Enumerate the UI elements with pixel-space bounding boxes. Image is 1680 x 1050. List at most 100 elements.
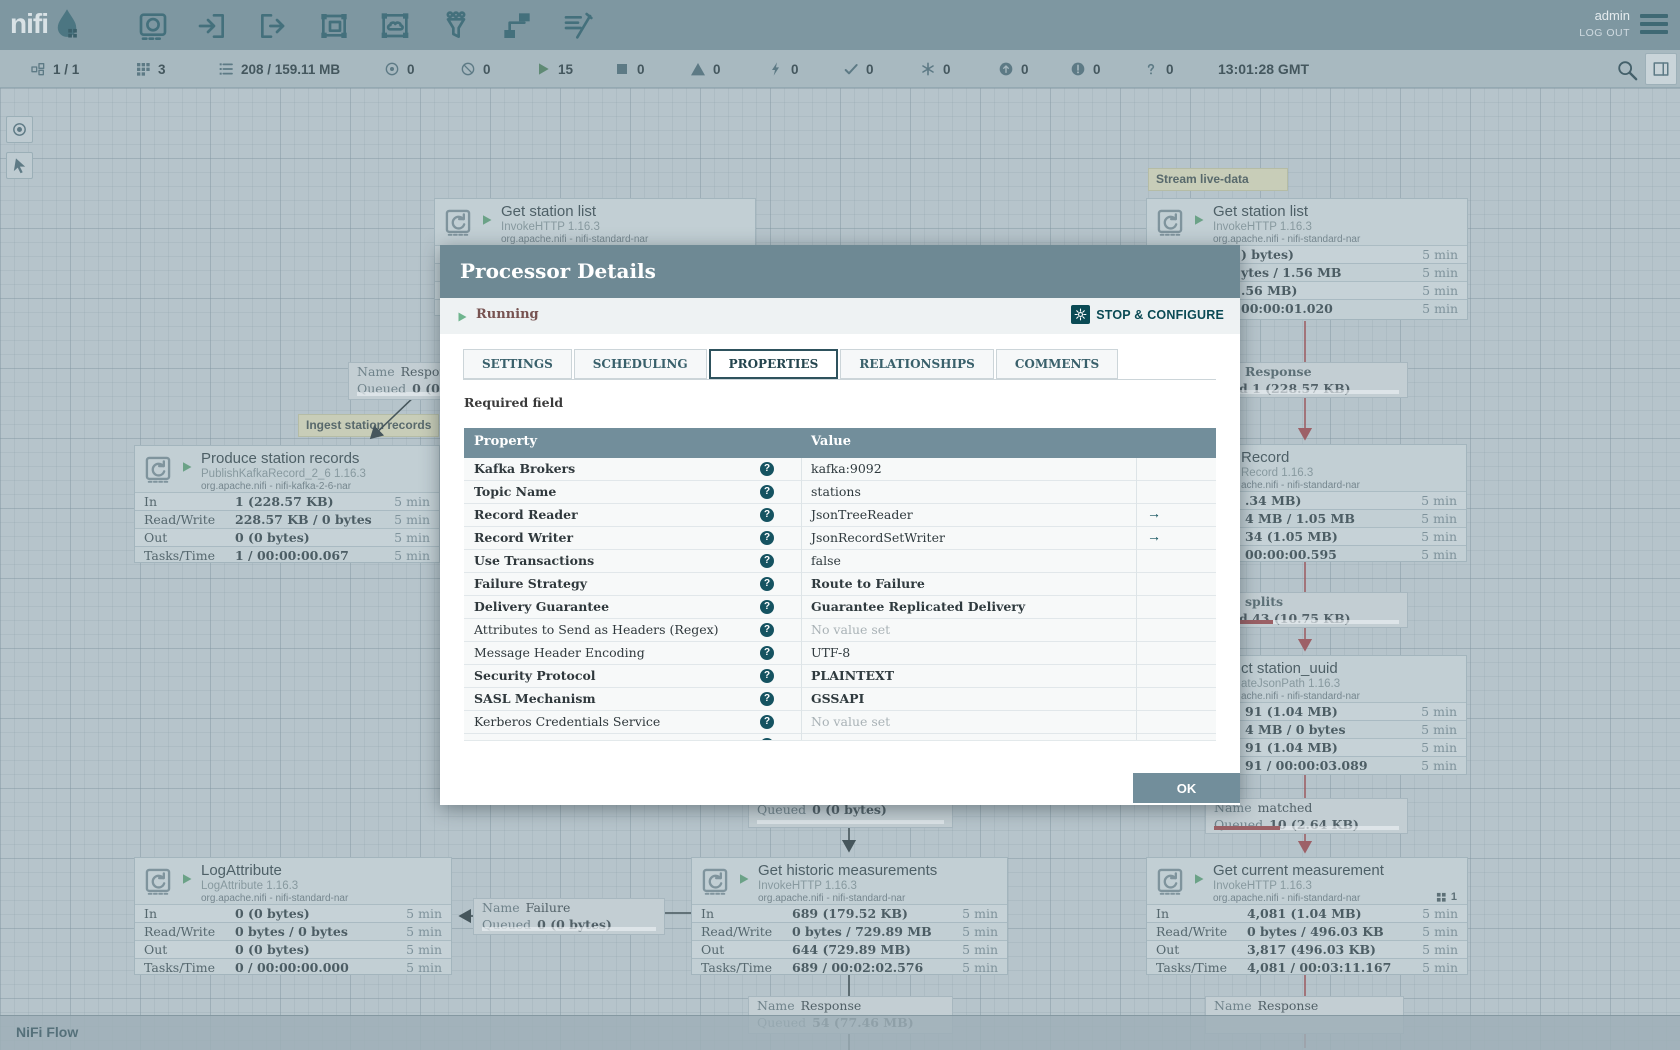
- help-icon[interactable]: ?: [760, 600, 774, 614]
- processor-p6[interactable]: Get current measurement InvokeHTTP 1.16.3…: [1146, 857, 1468, 975]
- processor-p4[interactable]: LogAttribute LogAttribute 1.16.3 org.apach…: [134, 857, 452, 975]
- tab-settings[interactable]: SETTINGS: [463, 349, 572, 379]
- help-icon[interactable]: ?: [760, 554, 774, 568]
- global-menu-icon[interactable]: [1640, 14, 1668, 36]
- property-value[interactable]: No value set: [811, 622, 890, 637]
- remote-process-group-icon[interactable]: [379, 10, 411, 42]
- tab-scheduling[interactable]: SCHEDULING: [573, 349, 707, 379]
- property-row: Failure Strategy? Route to Failure: [464, 573, 1216, 596]
- queue-percent-track: [1273, 620, 1399, 624]
- hand-tool-button[interactable]: [6, 152, 33, 179]
- refresh-status[interactable]: 13:01:28 GMT: [1210, 50, 1309, 88]
- nifi-logo[interactable]: nifi: [10, 8, 82, 40]
- processor-p3[interactable]: Produce station records PublishKafkaRecor…: [134, 445, 440, 563]
- processor-name: Get station list: [501, 203, 597, 220]
- processor-bundle: org.apache.nifi - nifi-standard-nar: [758, 893, 906, 904]
- tab-comments[interactable]: COMMENTS: [995, 349, 1119, 379]
- status-item-stopped: 0: [614, 50, 645, 88]
- help-icon[interactable]: ?: [760, 577, 774, 591]
- label-icon[interactable]: [562, 10, 594, 42]
- operate-panel-toggle[interactable]: [1645, 53, 1677, 85]
- processor-bundle: org.apache.nifi - nifi-kafka-2-6-nar: [201, 481, 352, 492]
- name-label: Name: [482, 900, 520, 915]
- breadcrumb[interactable]: NiFi Flow: [16, 1024, 78, 1040]
- property-row: Topic Name? stations: [464, 481, 1216, 504]
- help-icon[interactable]: ?: [760, 508, 774, 522]
- not-transmitting-icon: [460, 61, 476, 77]
- help-icon[interactable]: ?: [760, 485, 774, 499]
- target-tool-button[interactable]: [6, 116, 33, 143]
- ok-button[interactable]: OK: [1133, 773, 1240, 803]
- target-icon: [13, 123, 26, 136]
- tab-properties[interactable]: PROPERTIES: [708, 349, 839, 379]
- queue-percent-track: [1223, 390, 1399, 394]
- logout-link[interactable]: LOG OUT: [1579, 27, 1630, 39]
- property-name: Kafka Brokers: [474, 461, 576, 476]
- stop-and-configure-button[interactable]: STOP & CONFIGURE: [1071, 305, 1224, 324]
- property-value[interactable]: GSSAPI: [811, 691, 864, 706]
- property-value[interactable]: Route to Failure: [811, 576, 925, 591]
- property-value[interactable]: kafka:9092: [811, 461, 882, 476]
- processor-type: InvokeHTTP 1.16.3: [1213, 880, 1312, 892]
- dialog-header: Processor Details: [440, 245, 1240, 298]
- help-icon[interactable]: ?: [760, 738, 774, 740]
- property-value[interactable]: JsonRecordSetWriter: [811, 530, 945, 545]
- process-group-icon[interactable]: [318, 10, 350, 42]
- processor-type: InvokeHTTP 1.16.3: [1213, 221, 1312, 233]
- tab-relationships[interactable]: RELATIONSHIPS: [840, 349, 994, 379]
- grid-badge-icon: [1436, 892, 1447, 903]
- property-value[interactable]: UTF-8: [811, 645, 850, 660]
- stat-row: Tasks/Time 4,081 / 00:03:11.167 5 min: [1147, 958, 1467, 976]
- name-label: Name: [757, 998, 795, 1013]
- processor-p5[interactable]: Get historic measurements InvokeHTTP 1.16…: [691, 857, 1008, 975]
- property-row: SASL Mechanism? GSSAPI: [464, 688, 1216, 711]
- gear-icon: [1071, 305, 1091, 324]
- property-value[interactable]: false: [811, 553, 841, 568]
- processor-icon[interactable]: [137, 10, 169, 42]
- property-value[interactable]: Guarantee Replicated Delivery: [811, 599, 1025, 614]
- goto-service-icon[interactable]: →: [1147, 528, 1161, 544]
- processor-name: Get historic measurements: [758, 862, 938, 879]
- template-icon[interactable]: [501, 10, 533, 42]
- funnel-icon[interactable]: [440, 10, 472, 42]
- stat-row: Out 0 (0 bytes) 5 min: [135, 528, 439, 546]
- property-row: Security Protocol? PLAINTEXT: [464, 665, 1216, 688]
- property-value[interactable]: stations: [811, 484, 861, 499]
- canvas-label-ingest[interactable]: Ingest station records: [298, 414, 440, 437]
- property-value[interactable]: No value set: [811, 714, 890, 729]
- processor-stats: In 4,081 (1.04 MB) 5 min Read/Write 0 bytes …: [1147, 904, 1467, 976]
- processor-name: Get station list: [1213, 203, 1309, 220]
- help-icon[interactable]: ?: [760, 669, 774, 683]
- cluster-badge: 1: [1436, 891, 1457, 903]
- canvas-label-stream[interactable]: Stream live-data: [1148, 168, 1288, 191]
- connection-name: matched: [1257, 800, 1313, 815]
- stat-row: Out 0 (0 bytes) 5 min: [135, 940, 451, 958]
- current-user: admin: [1594, 8, 1630, 23]
- goto-service-icon[interactable]: →: [1147, 505, 1161, 521]
- help-icon[interactable]: ?: [760, 646, 774, 660]
- help-icon[interactable]: ?: [760, 462, 774, 476]
- property-value[interactable]: No value set: [811, 737, 890, 740]
- hand-icon: [13, 158, 26, 174]
- up-to-date-icon: [843, 61, 859, 77]
- property-row: Kerberos Credentials Service? No value se…: [464, 711, 1216, 734]
- running-icon: [535, 61, 551, 77]
- connection-label-l3[interactable]: Name Failure Queued 0 (0 bytes): [473, 898, 665, 935]
- help-icon[interactable]: ?: [760, 623, 774, 637]
- processor-header: Get station list InvokeHTTP 1.16.3 org.apa…: [435, 199, 755, 245]
- help-icon[interactable]: ?: [760, 715, 774, 729]
- status-item-value: 208 / 159.11 MB: [241, 61, 341, 77]
- search-icon[interactable]: [1614, 57, 1640, 83]
- help-icon[interactable]: ?: [760, 692, 774, 706]
- input-port-icon[interactable]: [196, 10, 228, 42]
- output-port-icon[interactable]: [257, 10, 289, 42]
- property-value[interactable]: PLAINTEXT: [811, 668, 894, 683]
- connection-name: Response: [1245, 364, 1312, 379]
- status-item-threads: 3: [135, 50, 166, 88]
- processor-header: Produce station records PublishKafkaRecor…: [135, 446, 439, 492]
- stat-row: In 4,081 (1.04 MB) 5 min: [1147, 904, 1467, 922]
- processor-stamp-icon: [144, 867, 172, 895]
- property-value[interactable]: JsonTreeReader: [811, 507, 913, 522]
- help-icon[interactable]: ?: [760, 531, 774, 545]
- stat-row: In 689 (179.52 KB) 5 min: [692, 904, 1007, 922]
